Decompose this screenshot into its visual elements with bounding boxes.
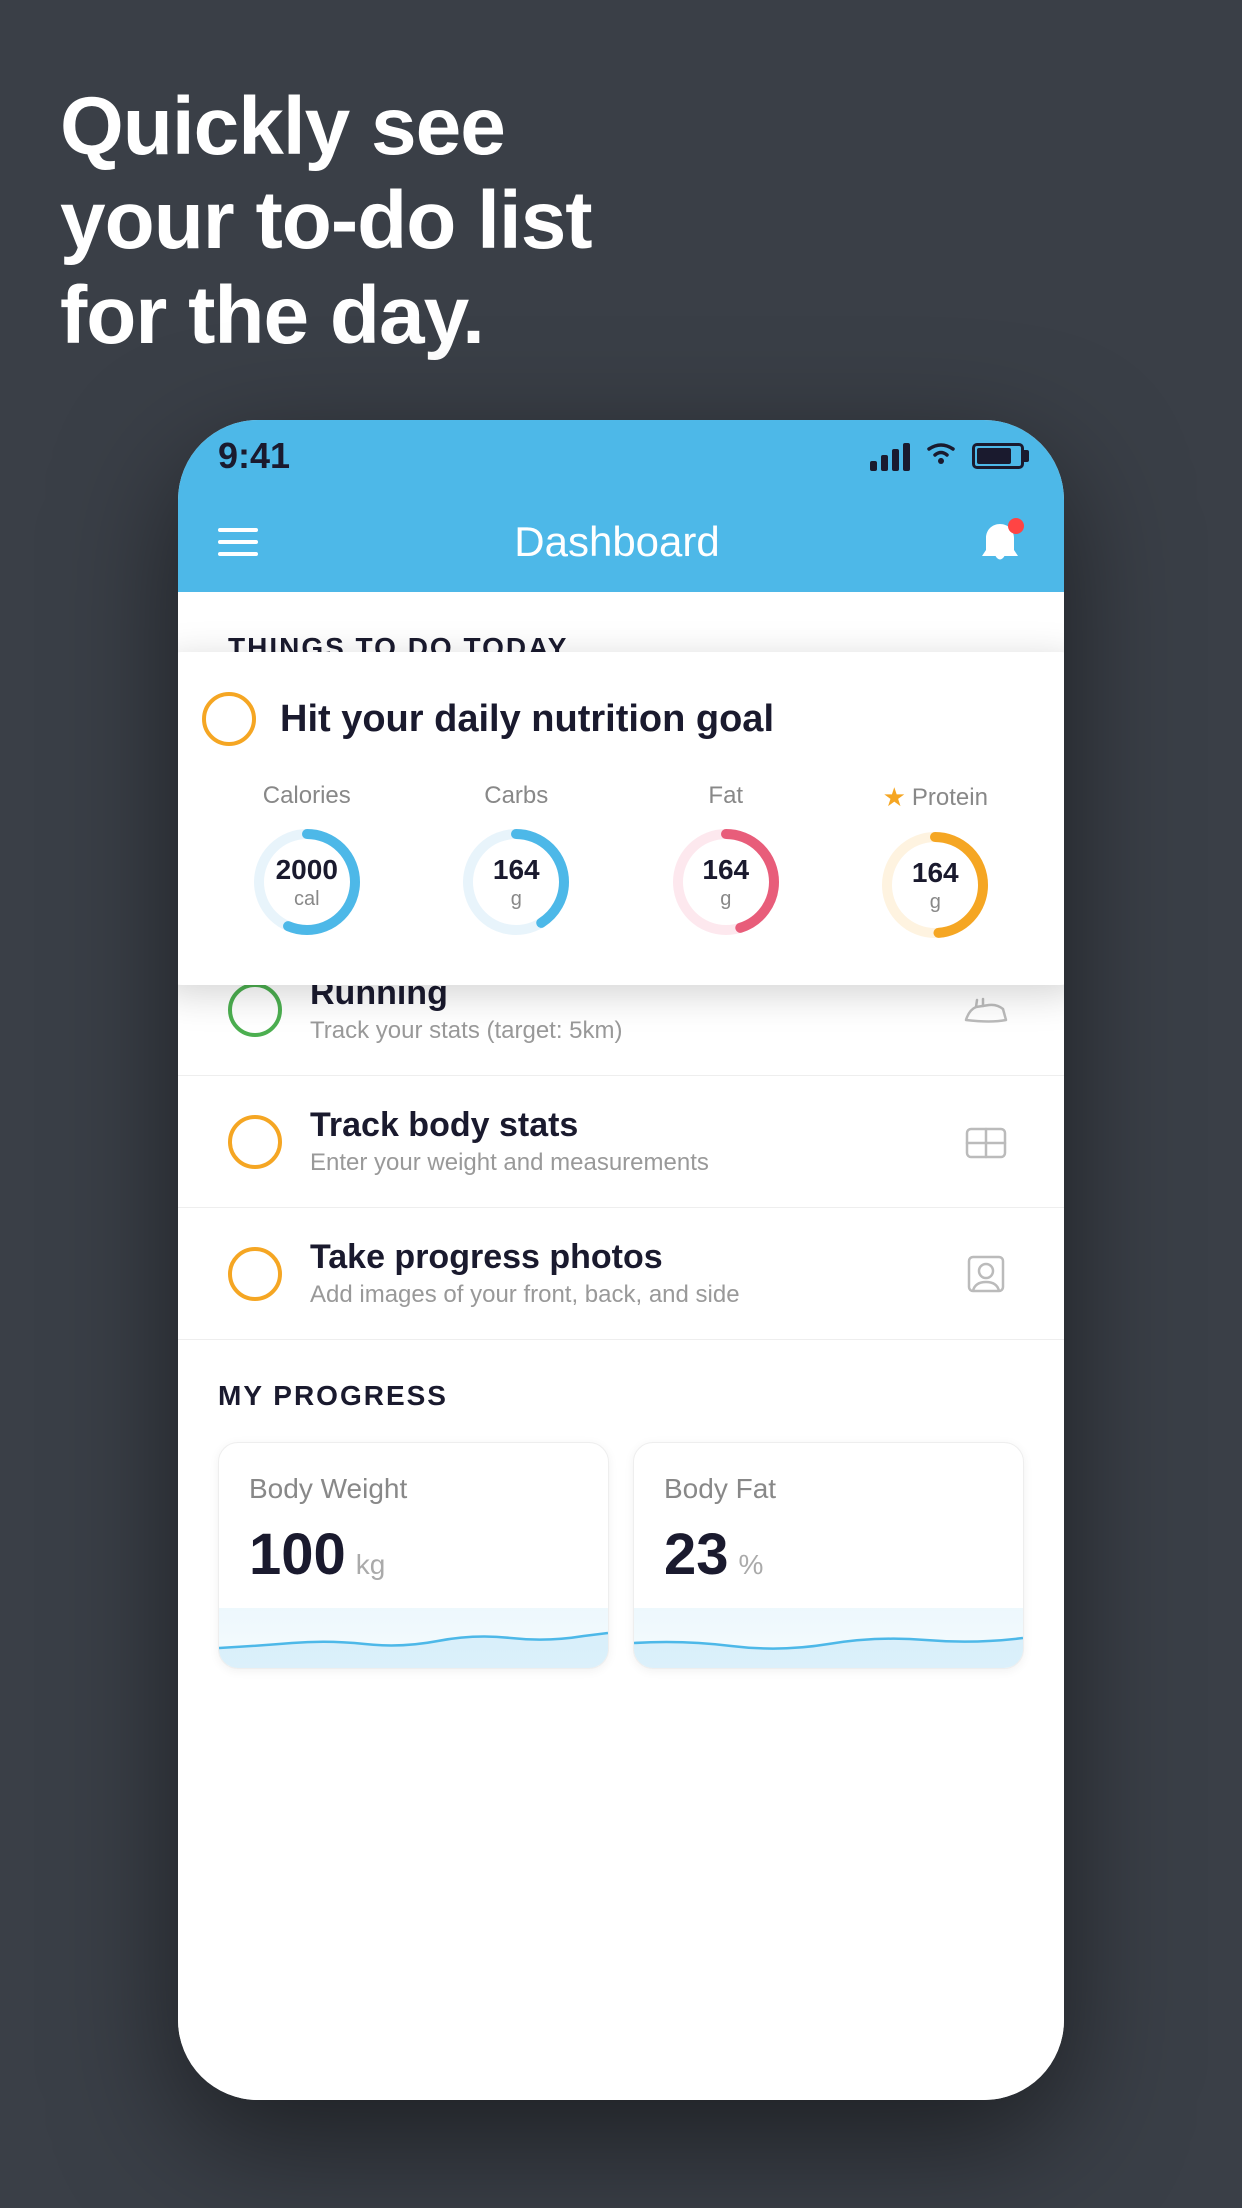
headline-line2: your to-do list	[60, 174, 592, 268]
nutrition-row: Calories 2000 cal Carbs	[202, 782, 1040, 945]
running-checkbox[interactable]	[228, 983, 282, 1037]
body-stats-title: Track body stats	[310, 1106, 930, 1145]
notification-button[interactable]	[976, 518, 1024, 566]
todo-item-progress-photos[interactable]: Take progress photos Add images of your …	[178, 1208, 1064, 1340]
nutrition-card-title: Hit your daily nutrition goal	[280, 698, 774, 741]
star-icon: ★	[883, 782, 906, 813]
progress-photos-text: Take progress photos Add images of your …	[310, 1238, 930, 1309]
status-time: 9:41	[218, 435, 290, 477]
status-bar: 9:41	[178, 420, 1064, 492]
body-weight-value: 100	[249, 1521, 346, 1588]
progress-photos-title: Take progress photos	[310, 1238, 930, 1277]
nutrition-protein: ★ Protein 164 g	[875, 782, 995, 945]
fat-donut: 164 g	[666, 822, 786, 942]
body-fat-value: 23	[664, 1521, 729, 1588]
body-stats-checkbox[interactable]	[228, 1115, 282, 1169]
body-fat-chart	[634, 1608, 1023, 1668]
body-fat-unit: %	[739, 1549, 764, 1581]
todo-item-body-stats[interactable]: Track body stats Enter your weight and m…	[178, 1076, 1064, 1208]
body-weight-value-row: 100 kg	[249, 1521, 578, 1588]
body-stats-subtitle: Enter your weight and measurements	[310, 1149, 930, 1177]
progress-photos-checkbox[interactable]	[228, 1247, 282, 1301]
body-weight-chart	[219, 1608, 608, 1668]
progress-cards: Body Weight 100 kg Body Fat	[218, 1442, 1024, 1669]
nutrition-carbs: Carbs 164 g	[456, 782, 576, 942]
body-weight-card: Body Weight 100 kg	[218, 1442, 609, 1669]
body-fat-value-row: 23 %	[664, 1521, 993, 1588]
progress-photos-subtitle: Add images of your front, back, and side	[310, 1281, 930, 1309]
calories-label: Calories	[263, 782, 351, 810]
body-fat-card: Body Fat 23 %	[633, 1442, 1024, 1669]
main-content: THINGS TO DO TODAY Hit your daily nutrit…	[178, 592, 1064, 2100]
nutrition-checkbox[interactable]	[202, 692, 256, 746]
running-subtitle: Track your stats (target: 5km)	[310, 1017, 930, 1045]
carbs-donut: 164 g	[456, 822, 576, 942]
shoe-icon	[958, 982, 1014, 1038]
carbs-label: Carbs	[484, 782, 548, 810]
calories-donut: 2000 cal	[247, 822, 367, 942]
headline-line1: Quickly see	[60, 80, 592, 174]
signal-icon	[870, 441, 910, 471]
phone-mockup: 9:41	[178, 420, 1064, 2100]
todo-list: Running Track your stats (target: 5km) T…	[178, 944, 1064, 1340]
body-stats-text: Track body stats Enter your weight and m…	[310, 1106, 930, 1177]
body-fat-title: Body Fat	[664, 1473, 993, 1505]
protein-label: ★ Protein	[883, 782, 988, 813]
menu-button[interactable]	[218, 528, 258, 556]
headline-line3: for the day.	[60, 269, 592, 363]
scale-icon	[958, 1114, 1014, 1170]
nutrition-fat: Fat 164 g	[666, 782, 786, 942]
progress-section: MY PROGRESS Body Weight 100 kg	[178, 1380, 1064, 1669]
progress-header: MY PROGRESS	[218, 1380, 1024, 1412]
protein-donut: 164 g	[875, 825, 995, 945]
fat-label: Fat	[708, 782, 743, 810]
body-weight-unit: kg	[356, 1549, 386, 1581]
app-header: Dashboard	[178, 492, 1064, 592]
person-icon	[958, 1246, 1014, 1302]
nutrition-card: Hit your daily nutrition goal Calories 2…	[178, 652, 1064, 985]
app-title: Dashboard	[514, 518, 719, 566]
card-title-row: Hit your daily nutrition goal	[202, 692, 1040, 746]
body-weight-title: Body Weight	[249, 1473, 578, 1505]
battery-icon	[972, 443, 1024, 469]
wifi-icon	[924, 438, 958, 474]
nutrition-calories: Calories 2000 cal	[247, 782, 367, 942]
status-icons	[870, 438, 1024, 474]
headline: Quickly see your to-do list for the day.	[60, 80, 592, 363]
